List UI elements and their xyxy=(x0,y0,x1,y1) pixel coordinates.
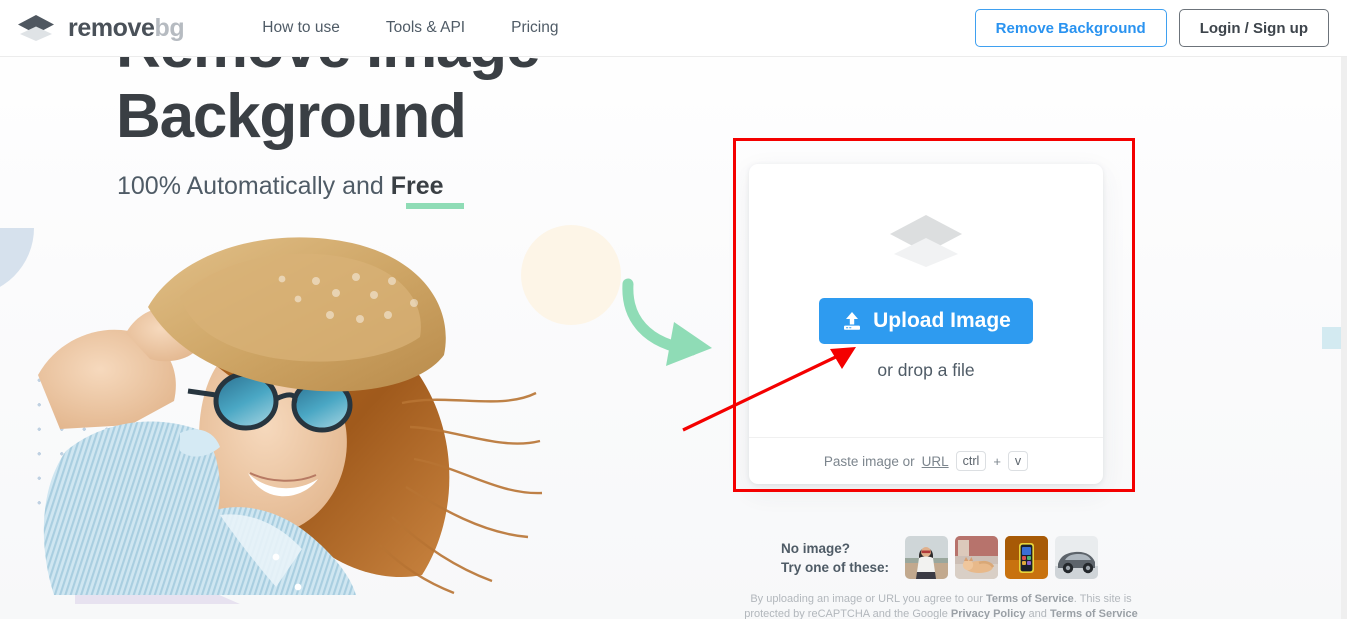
legal-terms-link-2[interactable]: Terms of Service xyxy=(1050,608,1138,619)
sample-images-section: No image? Try one of these: xyxy=(781,536,1099,579)
hero-subtitle: 100% Automatically and Free xyxy=(117,172,444,201)
page-root: Remove Image Background 100% Automatical… xyxy=(0,0,1347,619)
sample-car[interactable] xyxy=(1055,536,1099,579)
main-navigation: How to use Tools & API Pricing xyxy=(262,19,558,37)
nav-item-tools-api[interactable]: Tools & API xyxy=(386,19,465,37)
legal-part1: By uploading an image or URL you agree t… xyxy=(750,593,986,605)
sample-cat[interactable] xyxy=(955,536,999,579)
sample-phone[interactable] xyxy=(1005,536,1049,579)
nav-item-how-to-use[interactable]: How to use xyxy=(262,19,340,37)
hero-underline xyxy=(406,203,464,209)
logo[interactable]: removebg xyxy=(16,13,185,43)
site-header: removebg How to use Tools & API Pricing … xyxy=(0,0,1347,57)
hero-photo xyxy=(38,237,543,595)
sample-woman[interactable] xyxy=(905,536,949,579)
annotation-arrow xyxy=(682,347,856,432)
legal-disclaimer: By uploading an image or URL you agree t… xyxy=(741,592,1141,619)
scrollbar-track[interactable] xyxy=(1341,57,1347,619)
header-actions: Remove Background Login / Sign up xyxy=(974,9,1329,47)
sample-thumbnails xyxy=(905,536,1099,579)
hero-subtitle-highlight: Free xyxy=(390,172,444,200)
hero-subtitle-prefix: 100% Automatically and xyxy=(117,172,391,200)
layers-icon xyxy=(18,15,54,41)
legal-privacy-link[interactable]: Privacy Policy xyxy=(951,608,1026,619)
logo-text-secondary: bg xyxy=(154,13,185,42)
remove-background-button[interactable]: Remove Background xyxy=(974,9,1167,47)
login-signup-button[interactable]: Login / Sign up xyxy=(1178,9,1329,47)
nav-item-pricing[interactable]: Pricing xyxy=(511,19,558,37)
legal-terms-link-1[interactable]: Terms of Service xyxy=(986,593,1074,605)
decor-quarter-circle xyxy=(0,228,34,296)
sample-label-line2: Try one of these: xyxy=(781,559,890,575)
sample-label-line1: No image? xyxy=(781,540,851,556)
sample-images-label: No image? Try one of these: xyxy=(781,539,889,577)
logo-text: removebg xyxy=(68,13,185,43)
logo-text-primary: remove xyxy=(68,13,155,42)
legal-part3: and xyxy=(1025,608,1050,619)
